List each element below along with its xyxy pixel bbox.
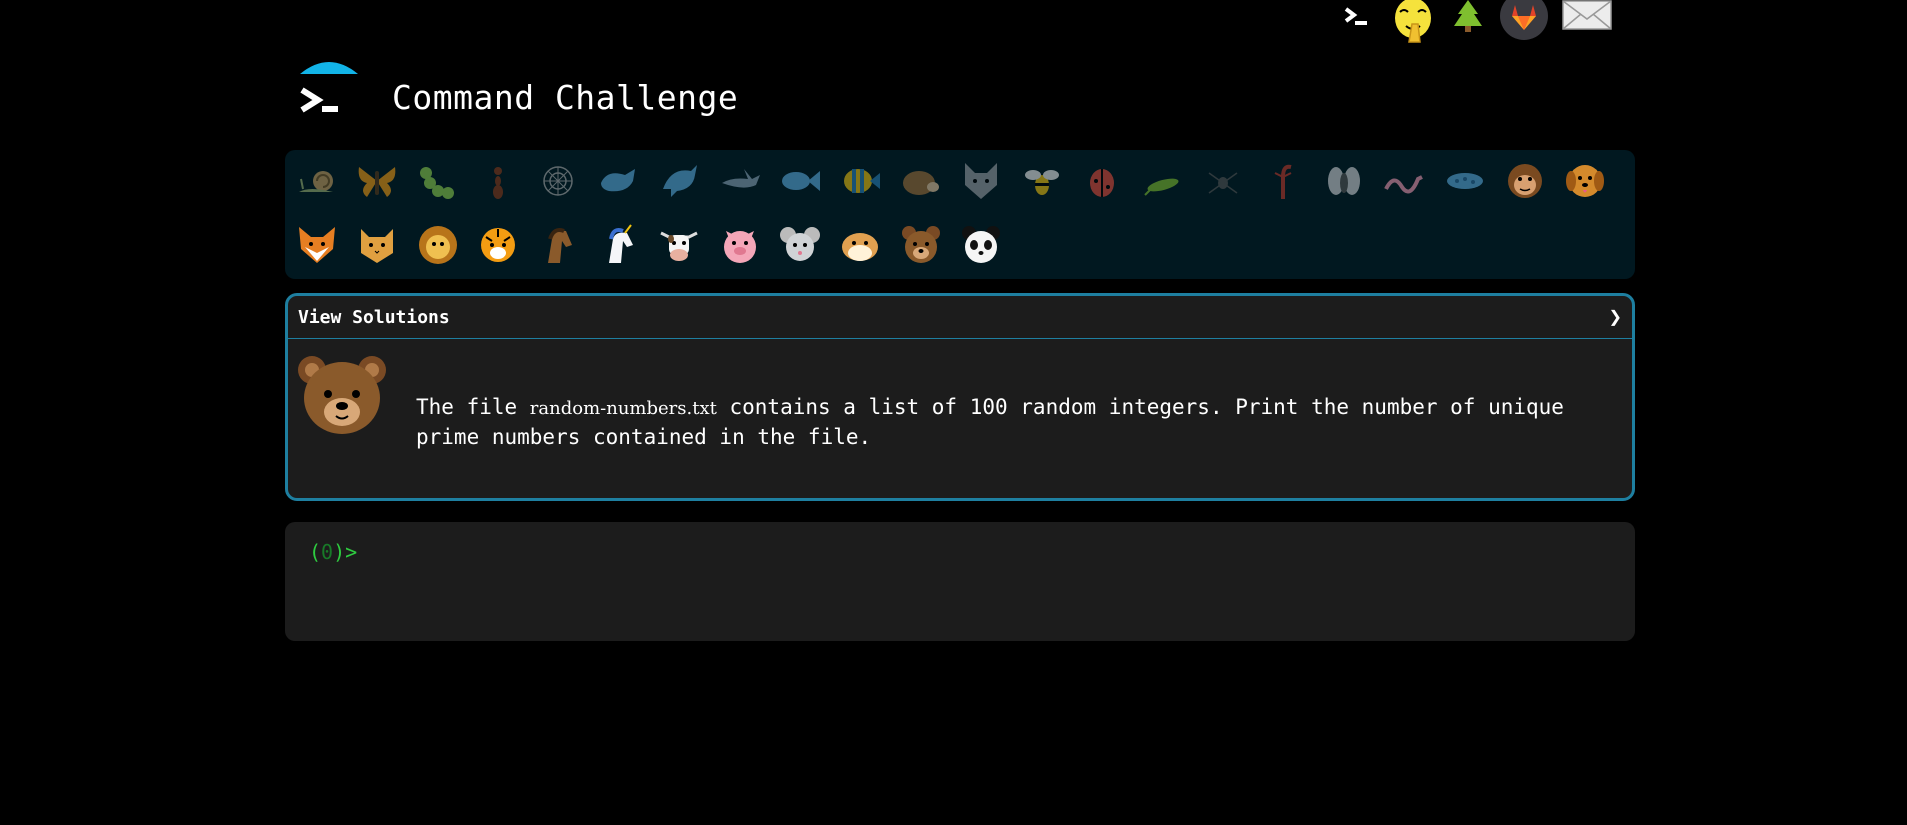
hedgehog-icon[interactable]	[898, 158, 944, 204]
terminal[interactable]: (0)>	[285, 522, 1635, 641]
shark-icon[interactable]	[717, 158, 763, 204]
view-solutions-toggle[interactable]: View Solutions ❯	[288, 296, 1632, 339]
tree-icon[interactable]	[1450, 0, 1486, 36]
cow-icon[interactable]	[656, 222, 702, 268]
snail-icon[interactable]	[294, 158, 340, 204]
challenge-panel: View Solutions ❯ The file random-numbers…	[285, 293, 1635, 501]
microbe-icon[interactable]	[1442, 158, 1488, 204]
bee-icon[interactable]	[1019, 158, 1065, 204]
lion-icon[interactable]	[415, 222, 461, 268]
panda-icon[interactable]	[958, 222, 1004, 268]
prompt-open: (	[309, 540, 322, 564]
fly-icon[interactable]	[1321, 158, 1367, 204]
whale-icon[interactable]	[596, 158, 642, 204]
butterfly-icon[interactable]	[354, 158, 400, 204]
dolphin-icon[interactable]	[656, 158, 702, 204]
spider-icon[interactable]	[1200, 158, 1246, 204]
horse-icon[interactable]	[535, 222, 581, 268]
gitlab-icon[interactable]	[1500, 0, 1548, 40]
prompt-close: )>	[333, 540, 358, 564]
bear-avatar-icon	[296, 354, 388, 440]
unicorn-icon[interactable]	[596, 222, 642, 268]
prompt-count: 0	[321, 540, 334, 564]
mail-icon[interactable]	[1562, 0, 1612, 34]
mouse-icon[interactable]	[777, 222, 823, 268]
scorpion-icon[interactable]	[1260, 158, 1306, 204]
terminal-icon[interactable]	[1340, 0, 1376, 36]
top-nav	[1340, 0, 1612, 43]
spider-web-icon[interactable]	[535, 158, 581, 204]
page-title: Command Challenge	[392, 78, 739, 117]
hamster-icon[interactable]	[837, 222, 883, 268]
ant-icon[interactable]	[475, 158, 521, 204]
tiger-icon[interactable]	[475, 222, 521, 268]
cricket-icon[interactable]	[1140, 158, 1186, 204]
logo	[296, 56, 362, 122]
challenge-description: The file random-numbers.txt contains a l…	[416, 393, 1596, 451]
ladybug-icon[interactable]	[1079, 158, 1125, 204]
terminal-prompt: (0)>	[309, 540, 357, 564]
cat-icon[interactable]	[354, 222, 400, 268]
challenge-grid	[285, 150, 1635, 279]
bear-icon[interactable]	[898, 222, 944, 268]
fox-icon[interactable]	[294, 222, 340, 268]
caterpillar-icon[interactable]	[415, 158, 461, 204]
dog-icon[interactable]	[1562, 158, 1608, 204]
wolf-icon[interactable]	[958, 158, 1004, 204]
description-prefix: The file	[416, 395, 530, 419]
chevron-right-icon: ❯	[1608, 304, 1622, 330]
monkey-icon[interactable]	[1502, 158, 1548, 204]
worm-icon[interactable]	[1381, 158, 1427, 204]
command-input[interactable]	[359, 538, 1613, 568]
filename: random-numbers.txt	[529, 398, 717, 419]
fish-icon[interactable]	[777, 158, 823, 204]
view-solutions-label: View Solutions	[298, 306, 450, 328]
pig-icon[interactable]	[717, 222, 763, 268]
tropical-fish-icon[interactable]	[837, 158, 883, 204]
shushing-face-icon[interactable]	[1390, 0, 1436, 46]
